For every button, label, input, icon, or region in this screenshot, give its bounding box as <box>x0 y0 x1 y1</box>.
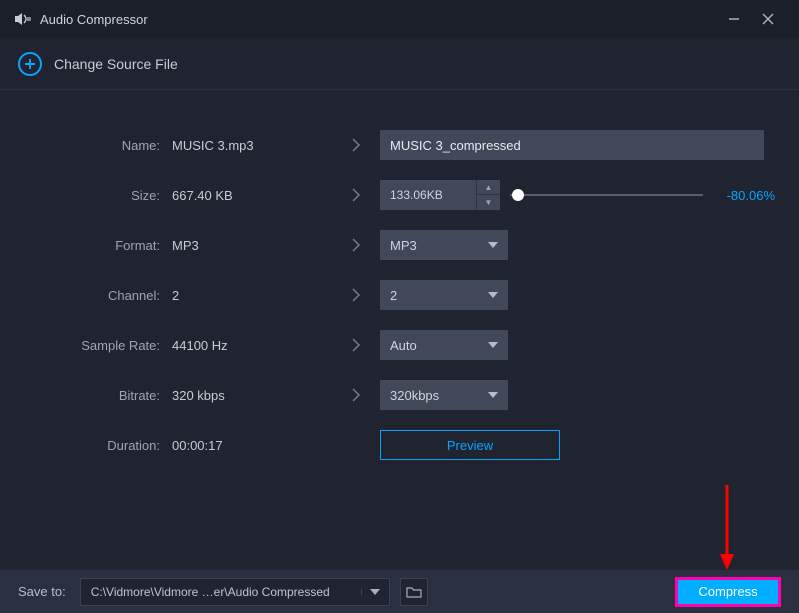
size-label: Size: <box>0 188 172 203</box>
row-format: Format: MP3 MP3 <box>0 230 775 260</box>
format-select-value: MP3 <box>390 238 417 253</box>
main-panel: Name: MUSIC 3.mp3 Size: 667.40 KB 133.06… <box>0 90 799 460</box>
slider-thumb[interactable] <box>512 189 524 201</box>
channel-value: 2 <box>172 288 332 303</box>
format-value: MP3 <box>172 238 332 253</box>
row-sample-rate: Sample Rate: 44100 Hz Auto <box>0 330 775 360</box>
save-to-label: Save to: <box>18 584 66 599</box>
chevron-down-icon <box>488 292 498 298</box>
compress-button[interactable]: Compress <box>675 577 781 607</box>
minimize-button[interactable] <box>717 1 751 37</box>
chevron-right-icon <box>332 388 380 402</box>
chevron-down-icon <box>488 242 498 248</box>
chevron-down-icon <box>488 342 498 348</box>
chevron-down-icon[interactable] <box>361 589 389 595</box>
plus-circle-icon <box>18 52 42 76</box>
chevron-down-icon <box>488 392 498 398</box>
folder-icon <box>406 585 422 599</box>
audio-icon <box>14 11 32 27</box>
chevron-right-icon <box>332 288 380 302</box>
name-label: Name: <box>0 138 172 153</box>
channel-label: Channel: <box>0 288 172 303</box>
channel-select-value: 2 <box>390 288 397 303</box>
save-path-select[interactable]: C:\Vidmore\Vidmore …er\Audio Compressed <box>80 578 390 606</box>
open-folder-button[interactable] <box>400 578 428 606</box>
chevron-right-icon <box>332 138 380 152</box>
bitrate-label: Bitrate: <box>0 388 172 403</box>
output-name-input[interactable] <box>380 130 764 160</box>
spinner-down-icon[interactable]: ▼ <box>477 195 500 210</box>
row-size: Size: 667.40 KB 133.06KB ▲ ▼ -80.06% <box>0 180 775 210</box>
sample-rate-select[interactable]: Auto <box>380 330 508 360</box>
size-value: 667.40 KB <box>172 188 332 203</box>
bitrate-value: 320 kbps <box>172 388 332 403</box>
change-source-bar[interactable]: Change Source File <box>0 38 799 90</box>
save-path-value: C:\Vidmore\Vidmore …er\Audio Compressed <box>81 585 361 599</box>
duration-value: 00:00:17 <box>172 438 332 453</box>
size-spinner-value: 133.06KB <box>380 188 476 202</box>
name-value: MUSIC 3.mp3 <box>172 138 332 153</box>
preview-button[interactable]: Preview <box>380 430 560 460</box>
sample-rate-value: 44100 Hz <box>172 338 332 353</box>
bitrate-select-value: 320kbps <box>390 388 439 403</box>
change-source-label: Change Source File <box>54 56 178 72</box>
bitrate-select[interactable]: 320kbps <box>380 380 508 410</box>
sample-rate-label: Sample Rate: <box>0 338 172 353</box>
preview-label: Preview <box>447 438 493 453</box>
size-slider[interactable] <box>510 194 703 196</box>
duration-label: Duration: <box>0 438 172 453</box>
callout-arrow-icon <box>717 480 737 570</box>
footer-bar: Save to: C:\Vidmore\Vidmore …er\Audio Co… <box>0 570 799 613</box>
chevron-right-icon <box>332 338 380 352</box>
app-title: Audio Compressor <box>40 12 148 27</box>
chevron-right-icon <box>332 188 380 202</box>
row-duration: Duration: 00:00:17 Preview <box>0 430 775 460</box>
row-name: Name: MUSIC 3.mp3 <box>0 130 775 160</box>
spinner-up-icon[interactable]: ▲ <box>477 180 500 195</box>
compress-label: Compress <box>698 584 757 599</box>
size-percent: -80.06% <box>711 188 775 203</box>
row-channel: Channel: 2 2 <box>0 280 775 310</box>
row-bitrate: Bitrate: 320 kbps 320kbps <box>0 380 775 410</box>
channel-select[interactable]: 2 <box>380 280 508 310</box>
titlebar: Audio Compressor <box>0 0 799 38</box>
close-button[interactable] <box>751 1 785 37</box>
format-label: Format: <box>0 238 172 253</box>
app-logo: Audio Compressor <box>14 11 148 27</box>
format-select[interactable]: MP3 <box>380 230 508 260</box>
chevron-right-icon <box>332 238 380 252</box>
size-spinner[interactable]: 133.06KB ▲ ▼ <box>380 180 500 210</box>
sample-rate-select-value: Auto <box>390 338 417 353</box>
